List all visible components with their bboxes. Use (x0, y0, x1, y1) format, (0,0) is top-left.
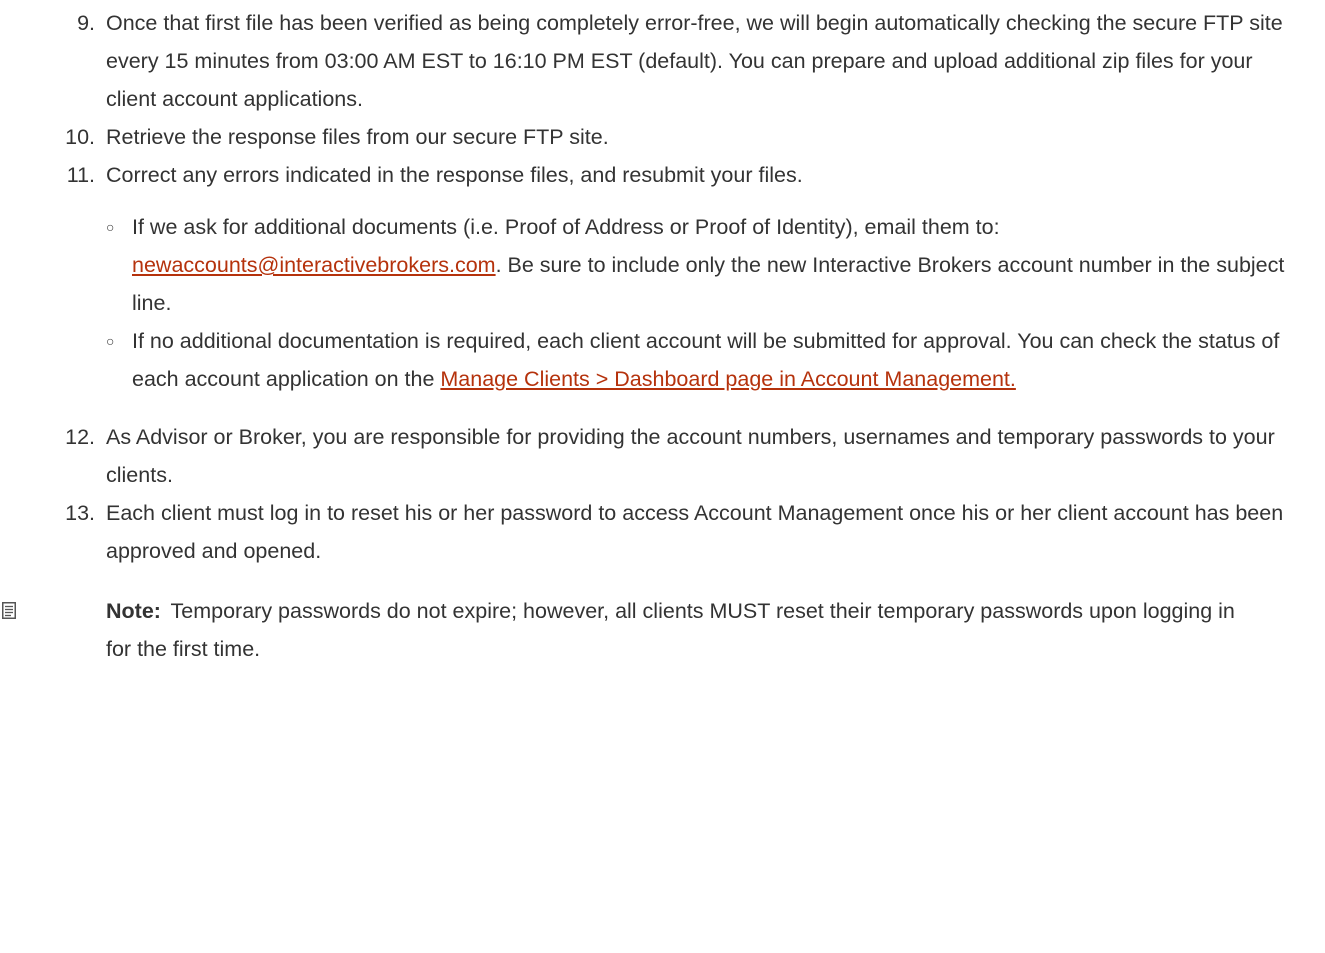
note-text: Temporary passwords do not expire; howev… (106, 599, 1235, 661)
step-text: Correct any errors indicated in the resp… (106, 163, 803, 187)
circle-bullet-icon: ○ (106, 219, 115, 235)
step-text: Once that first file has been verified a… (106, 11, 1283, 111)
list-item-step-9: 9. Once that first file has been verifie… (0, 4, 1325, 118)
email-link[interactable]: newaccounts@interactivebrokers.com (132, 253, 496, 277)
step-text: Each client must log in to reset his or … (106, 501, 1284, 563)
sub-list: ○ If we ask for additional documents (i.… (106, 208, 1287, 398)
step-number: 13. (65, 501, 95, 525)
list-item-step-11: 11. Correct any errors indicated in the … (0, 156, 1325, 398)
note-label: Note: (106, 599, 161, 623)
sub-item-approval: ○ If no additional documentation is requ… (106, 322, 1287, 398)
list-item-step-12: 12. As Advisor or Broker, you are respon… (0, 418, 1325, 494)
sub-item-documents: ○ If we ask for additional documents (i.… (106, 208, 1287, 322)
step-number: 9. (77, 11, 95, 35)
step-number: 12. (65, 425, 95, 449)
note-box: Note: Temporary passwords do not expire;… (0, 592, 1325, 668)
step-number: 11. (66, 163, 95, 187)
step-text: As Advisor or Broker, you are responsibl… (106, 425, 1275, 487)
note-icon (2, 602, 16, 619)
step-text: Retrieve the response files from our sec… (106, 125, 609, 149)
list-item-step-13: 13. Each client must log in to reset his… (0, 494, 1325, 570)
document-body: 9. Once that first file has been verifie… (0, 0, 1325, 668)
sub-item-text: If we ask for additional documents (i.e.… (132, 215, 1000, 239)
step-number: 10. (65, 125, 95, 149)
circle-bullet-icon: ○ (106, 333, 115, 349)
dashboard-link[interactable]: Manage Clients > Dashboard page in Accou… (440, 367, 1016, 391)
list-item-step-10: 10. Retrieve the response files from our… (0, 118, 1325, 156)
